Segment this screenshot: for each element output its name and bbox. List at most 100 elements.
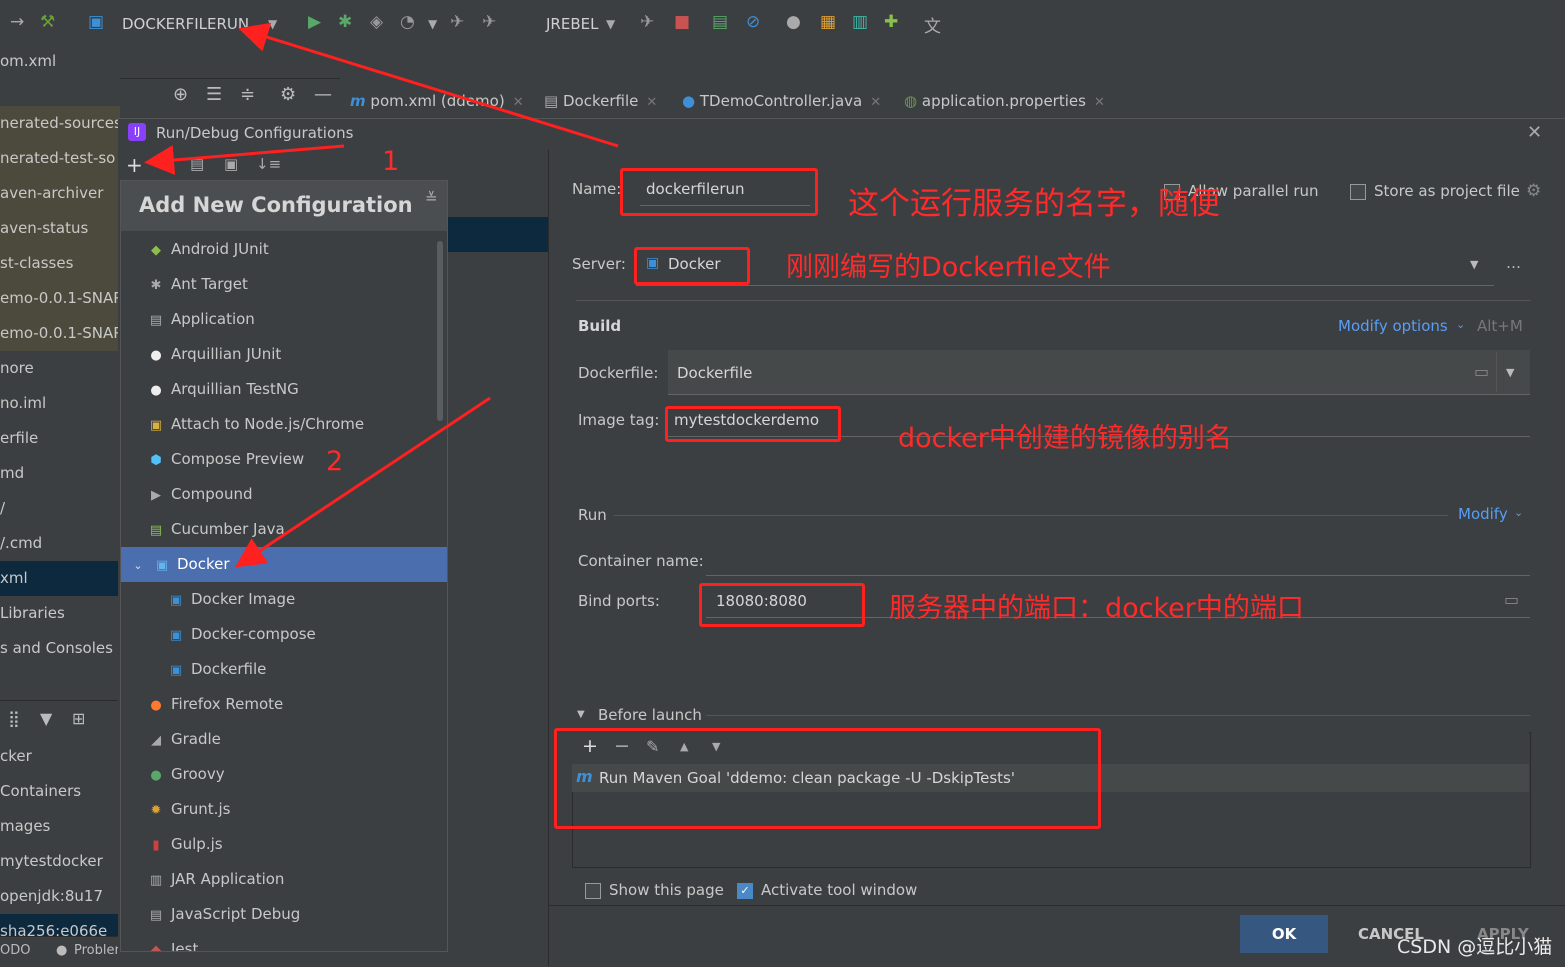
jrebel-run-icon[interactable]: ✈ [450,12,464,32]
config-type-jar-application[interactable]: ▥ JAR Application [121,862,447,897]
activate-tool-checkbox[interactable]: ✓ Activate tool window [737,881,917,899]
collapse-icon[interactable]: ≚ [425,189,438,207]
stop-icon[interactable]: ■ [674,12,690,32]
run-config-selector[interactable]: DOCKERFILERUN [122,15,249,33]
chevron-down-icon[interactable]: ⌄ [129,548,147,583]
config-type-arquillian-testng[interactable]: ● Arquillian TestNG [121,372,447,407]
filter-icon[interactable]: ▼ [40,709,52,728]
run-icon[interactable]: ▶ [308,12,321,32]
remove-configuration-button[interactable]: − [158,151,175,175]
tab-dockerfile[interactable]: ▤ Dockerfile ✕ [544,92,657,110]
config-type-android-junit[interactable]: ◆ Android JUnit [121,232,447,267]
project-tree-item[interactable]: /.cmd [0,526,120,561]
locate-icon[interactable]: ⊕ [173,84,188,105]
store-as-project-checkbox[interactable]: Store as project file [1350,182,1520,200]
debug-icon[interactable]: ✱ [338,12,352,32]
folder-icon[interactable]: ▭ [1504,590,1519,609]
project-tree-item[interactable]: xml [0,561,120,596]
config-type-compose-preview[interactable]: ⬢ Compose Preview [121,442,447,477]
close-icon[interactable]: ✕ [513,95,524,110]
build-hammer-icon[interactable]: ⚒ [40,12,55,32]
services-tree-item[interactable]: openjdk:8u17 [0,879,120,914]
coverage-icon[interactable]: ◈ [370,12,383,32]
tab-pom[interactable]: m pom.xml (ddemo) ✕ [350,92,524,110]
copy-configuration-icon[interactable]: ▤ [190,155,204,173]
project-tree-item[interactable]: erfile [0,421,120,456]
config-type-docker-image[interactable]: ▣ Docker Image [121,582,447,617]
project-tree-item[interactable]: emo-0.0.1-SNAP [0,316,120,351]
config-type-compound[interactable]: ▶ Compound [121,477,447,512]
config-type-groovy[interactable]: ● Groovy [121,757,447,792]
config-type-javascript-debug[interactable]: ▤ JavaScript Debug [121,897,447,932]
project-tree-item[interactable]: / [0,491,120,526]
add-service-icon[interactable]: ⊞ [72,709,85,728]
config-type-gulp[interactable]: ▮ Gulp.js [121,827,447,862]
structure-icon[interactable]: ▥ [852,12,868,32]
project-tree-item[interactable]: Libraries [0,596,120,631]
project-tree-item[interactable]: no.iml [0,386,120,421]
problems-tab[interactable]: Probler [74,943,120,958]
services-tree-item[interactable]: mages [0,809,120,844]
show-page-checkbox[interactable]: Show this page [585,881,724,899]
close-icon[interactable]: ✕ [870,95,881,110]
chevron-down-icon[interactable]: ▼ [428,17,437,31]
group-icon[interactable]: ⣿ [8,709,20,728]
dockerfile-select[interactable] [668,350,1530,395]
project-tree-item[interactable]: nore [0,351,120,386]
folder-icon[interactable]: ▭ [1474,362,1489,381]
project-tree-item[interactable]: emo-0.0.1-SNAP [0,281,120,316]
plugin-icon[interactable]: ● [786,12,801,32]
chevron-down-icon[interactable]: ▼ [606,17,615,31]
config-type-firefox-remote[interactable]: ● Firefox Remote [121,687,447,722]
minimize-icon[interactable]: — [314,84,332,105]
add-configuration-button[interactable]: + [126,153,143,177]
config-type-arquillian-junit[interactable]: ● Arquillian JUnit [121,337,447,372]
modify-options-link[interactable]: Modify options [1338,317,1448,335]
services-tree-item[interactable]: Containers [0,774,120,809]
more-icon[interactable]: … [1506,254,1521,272]
chevron-down-icon[interactable]: ▼ [1470,258,1478,271]
jrebel-debug-icon[interactable]: ✈ [482,12,496,32]
config-type-grunt[interactable]: ✹ Grunt.js [121,792,447,827]
translate-icon[interactable]: 文 [924,12,941,37]
chevron-down-icon[interactable]: ▼ [577,709,585,720]
todo-tab[interactable]: ODO [0,943,30,958]
project-tree-item[interactable]: nerated-test-so [0,141,120,176]
services-tree-item[interactable]: mytestdocker [0,844,120,879]
chevron-down-icon[interactable]: ▼ [268,17,277,31]
back-arrow-icon[interactable]: → [10,12,24,32]
attach-icon[interactable]: ✈ [640,12,654,32]
config-type-ant-target[interactable]: ✱ Ant Target [121,267,447,302]
close-icon[interactable]: ✕ [646,95,657,110]
project-tree-item[interactable]: s and Consoles [0,631,120,666]
gear-icon[interactable]: ⚙ [1526,181,1541,201]
config-type-dockerfile[interactable]: ▣ Dockerfile [121,652,447,687]
project-tree-item[interactable]: md [0,456,120,491]
ok-button[interactable]: OK [1240,915,1328,953]
breadcrumb-file[interactable]: om.xml [0,52,56,70]
project-tree-item[interactable]: aven-archiver [0,176,120,211]
modify-link[interactable]: Modify [1458,505,1508,523]
chevron-down-icon[interactable]: ▼ [1506,366,1514,379]
profile-icon[interactable]: ◔ [400,12,415,32]
puzzle-icon[interactable]: ✚ [884,12,898,32]
config-type-application[interactable]: ▤ Application [121,302,447,337]
close-icon[interactable]: ✕ [1094,95,1105,110]
disable-icon[interactable]: ⊘ [746,12,760,32]
config-type-docker[interactable]: ⌄ ▣ Docker [121,547,447,582]
collapse-all-icon[interactable]: ≑ [240,84,255,105]
folder-icon[interactable]: ▣ [224,155,238,173]
tab-application-properties[interactable]: ◍ application.properties ✕ [904,92,1105,110]
config-type-gradle[interactable]: ◢ Gradle [121,722,447,757]
jrebel-selector[interactable]: JREBEL [546,15,598,33]
monitor-icon[interactable]: ▤ [712,12,728,32]
project-tree-item[interactable]: nerated-sources [0,106,120,141]
gear-icon[interactable]: ⚙ [280,84,296,105]
container-name-input[interactable] [706,575,1530,576]
config-type-attach-node[interactable]: ▣ Attach to Node.js/Chrome [121,407,447,442]
checkbox[interactable] [1350,183,1366,200]
check-icon[interactable]: ✓ [737,882,753,899]
tab-tdemocontroller[interactable]: ● TDemoController.java ✕ [682,92,881,110]
close-icon[interactable]: ✕ [1527,122,1542,143]
config-type-docker-compose[interactable]: ▣ Docker-compose [121,617,447,652]
